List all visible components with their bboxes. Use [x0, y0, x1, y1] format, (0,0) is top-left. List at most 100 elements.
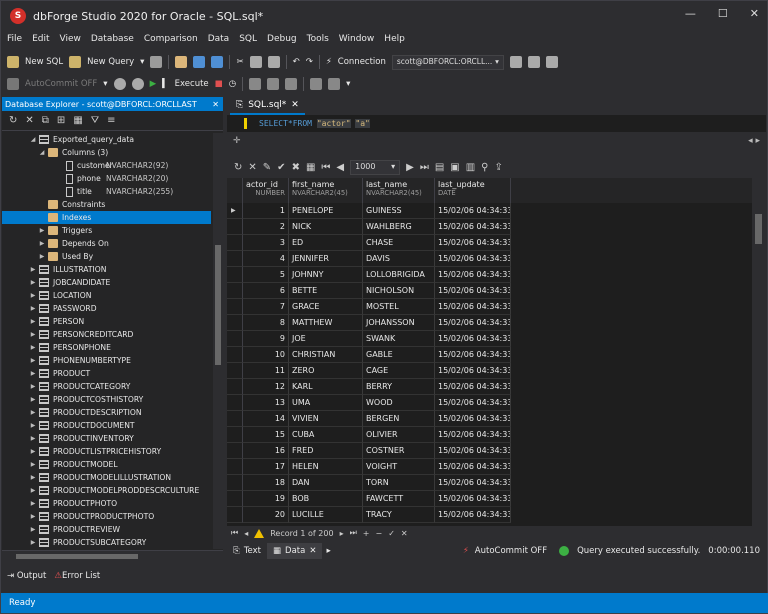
tree-item[interactable]: ▶ ILLUSTRATION	[2, 263, 211, 276]
row-indicator[interactable]	[227, 299, 243, 315]
grid-icon[interactable]	[328, 78, 341, 90]
discard-icon[interactable]: ✖	[292, 162, 300, 173]
connection-select[interactable]: scott@DBFORCL:ORCLL... ▾	[391, 54, 504, 70]
expand-arrow-icon[interactable]: ◢	[38, 149, 46, 156]
table-row[interactable]: ▶ 1 PENELOPE GUINESS 15/02/06 04:34:33	[227, 203, 752, 219]
table-cell[interactable]: ZERO	[289, 363, 363, 379]
column-header[interactable]: last_name NVARCHAR2(45)	[363, 178, 435, 203]
open-folder-icon[interactable]	[175, 56, 188, 68]
expand-arrow-icon[interactable]: ▶	[29, 331, 37, 338]
table-cell[interactable]: TRACY	[363, 507, 435, 523]
tree-item[interactable]: ▶ PERSON	[2, 315, 211, 328]
filter-icon[interactable]: ⛛	[91, 115, 99, 126]
row-indicator[interactable]	[227, 475, 243, 491]
rollback-icon[interactable]	[131, 78, 144, 90]
new-item-icon[interactable]	[150, 56, 163, 68]
table-cell[interactable]: JENNIFER	[289, 251, 363, 267]
maximize-icon[interactable]: ☐	[718, 7, 728, 20]
row-indicator[interactable]	[227, 267, 243, 283]
table-cell[interactable]: 14	[243, 411, 289, 427]
table-cell[interactable]: 4	[243, 251, 289, 267]
chevron-down-icon[interactable]: ▾	[346, 79, 350, 89]
expand-icon[interactable]: ✛	[233, 136, 241, 146]
row-indicator[interactable]	[227, 283, 243, 299]
new-sql-button[interactable]: New SQL	[25, 57, 63, 67]
table-cell[interactable]: 19	[243, 491, 289, 507]
expand-arrow-icon[interactable]: ▶	[29, 513, 37, 520]
scroll-thumb[interactable]	[755, 214, 762, 244]
table-row[interactable]: 16 FRED COSTNER 15/02/06 04:34:33	[227, 443, 752, 459]
menu-sql[interactable]: SQL	[239, 34, 257, 50]
table-row[interactable]: 13 UMA WOOD 15/02/06 04:34:33	[227, 395, 752, 411]
format-icon[interactable]	[249, 78, 262, 90]
tab-data[interactable]: ▦ Data ✕	[267, 543, 323, 559]
table-row[interactable]: 19 BOB FAWCETT 15/02/06 04:34:33	[227, 491, 752, 507]
limit-select[interactable]: 1000 ▾	[350, 159, 401, 175]
redo-icon[interactable]: ↷	[306, 57, 313, 67]
table-cell[interactable]: DAN	[289, 475, 363, 491]
expand-arrow-icon[interactable]: ▶	[29, 448, 37, 455]
row-indicator[interactable]	[227, 315, 243, 331]
table-cell[interactable]: VOIGHT	[363, 459, 435, 475]
expand-arrow-icon[interactable]: ▶	[29, 474, 37, 481]
tree-item[interactable]: ▶ PRODUCTCATEGORY	[2, 380, 211, 393]
refresh-icon[interactable]: ↻	[9, 115, 17, 126]
stop-icon[interactable]: ■	[215, 79, 223, 89]
connect-icon[interactable]	[509, 56, 522, 68]
search-icon[interactable]: ⚲	[481, 162, 488, 173]
comment-icon[interactable]	[267, 78, 280, 90]
tree-item[interactable]: ▶ PERSONCREDITCARD	[2, 328, 211, 341]
table-cell[interactable]: VIVIEN	[289, 411, 363, 427]
row-indicator[interactable]	[227, 219, 243, 235]
history-icon[interactable]: ◷	[229, 79, 236, 89]
expand-arrow-icon[interactable]: ▶	[29, 279, 37, 286]
tree-item[interactable]: ▶ Triggers	[2, 224, 211, 237]
table-cell[interactable]: 13	[243, 395, 289, 411]
save-icon[interactable]	[193, 56, 206, 68]
row-indicator[interactable]	[227, 363, 243, 379]
next-record-icon[interactable]: ▸	[340, 529, 344, 538]
table-cell[interactable]: NICK	[289, 219, 363, 235]
confirm-icon[interactable]: ✓	[388, 529, 395, 538]
table-row[interactable]: 17 HELEN VOIGHT 15/02/06 04:34:33	[227, 459, 752, 475]
expand-arrow-icon[interactable]: ▶	[29, 396, 37, 403]
expand-arrow-icon[interactable]: ▶	[38, 240, 46, 247]
expand-arrow-icon[interactable]: ▶	[29, 487, 37, 494]
table-cell[interactable]: JOHANSSON	[363, 315, 435, 331]
copy-icon[interactable]	[249, 56, 262, 68]
tree-item[interactable]: ▶ PRODUCTCOSTHISTORY	[2, 393, 211, 406]
expand-arrow-icon[interactable]: ▶	[29, 383, 37, 390]
tab-scroll-right-icon[interactable]: ▸	[326, 546, 330, 556]
tree-item[interactable]: Constraints	[2, 198, 211, 211]
table-cell[interactable]: 15/02/06 04:34:33	[435, 251, 511, 267]
autocommit-button[interactable]: AutoCommit OFF	[25, 79, 97, 89]
tree-item[interactable]: ▶ PRODUCTDESCRIPTION	[2, 406, 211, 419]
last-page-icon[interactable]: ⏭	[420, 162, 429, 173]
table-cell[interactable]: 8	[243, 315, 289, 331]
tree-item[interactable]: ▶ LOCATION	[2, 289, 211, 302]
table-cell[interactable]: WAHLBERG	[363, 219, 435, 235]
row-indicator[interactable]	[227, 427, 243, 443]
close-icon[interactable]: ✕	[750, 7, 759, 20]
menu-tools[interactable]: Tools	[307, 34, 329, 50]
apply-icon[interactable]: ✔	[277, 162, 285, 173]
chevron-down-icon[interactable]: ▾	[103, 79, 107, 89]
table-cell[interactable]: 9	[243, 331, 289, 347]
table-cell[interactable]: 15/02/06 04:34:33	[435, 347, 511, 363]
table-cell[interactable]: 15/02/06 04:34:33	[435, 363, 511, 379]
tree-item[interactable]: ▶ PRODUCTREVIEW	[2, 523, 211, 536]
scroll-thumb[interactable]	[16, 554, 138, 559]
edit-icon[interactable]: ✎	[263, 162, 271, 173]
table-view-icon[interactable]: ▤	[435, 162, 444, 173]
table-cell[interactable]: MOSTEL	[363, 299, 435, 315]
table-cell[interactable]: LUCILLE	[289, 507, 363, 523]
cancel-edit-icon[interactable]: ✕	[401, 529, 408, 538]
menu-file[interactable]: File	[7, 34, 22, 50]
table-cell[interactable]: JOE	[289, 331, 363, 347]
tree-item[interactable]: ▶ PRODUCT	[2, 367, 211, 380]
explorer-vscrollbar[interactable]	[213, 133, 223, 549]
next-page-icon[interactable]: ▶	[406, 162, 414, 173]
tree-item[interactable]: ▶ PRODUCTDOCUMENT	[2, 419, 211, 432]
table-cell[interactable]: 15/02/06 04:34:33	[435, 443, 511, 459]
refresh-icon[interactable]: ↻	[234, 162, 242, 173]
